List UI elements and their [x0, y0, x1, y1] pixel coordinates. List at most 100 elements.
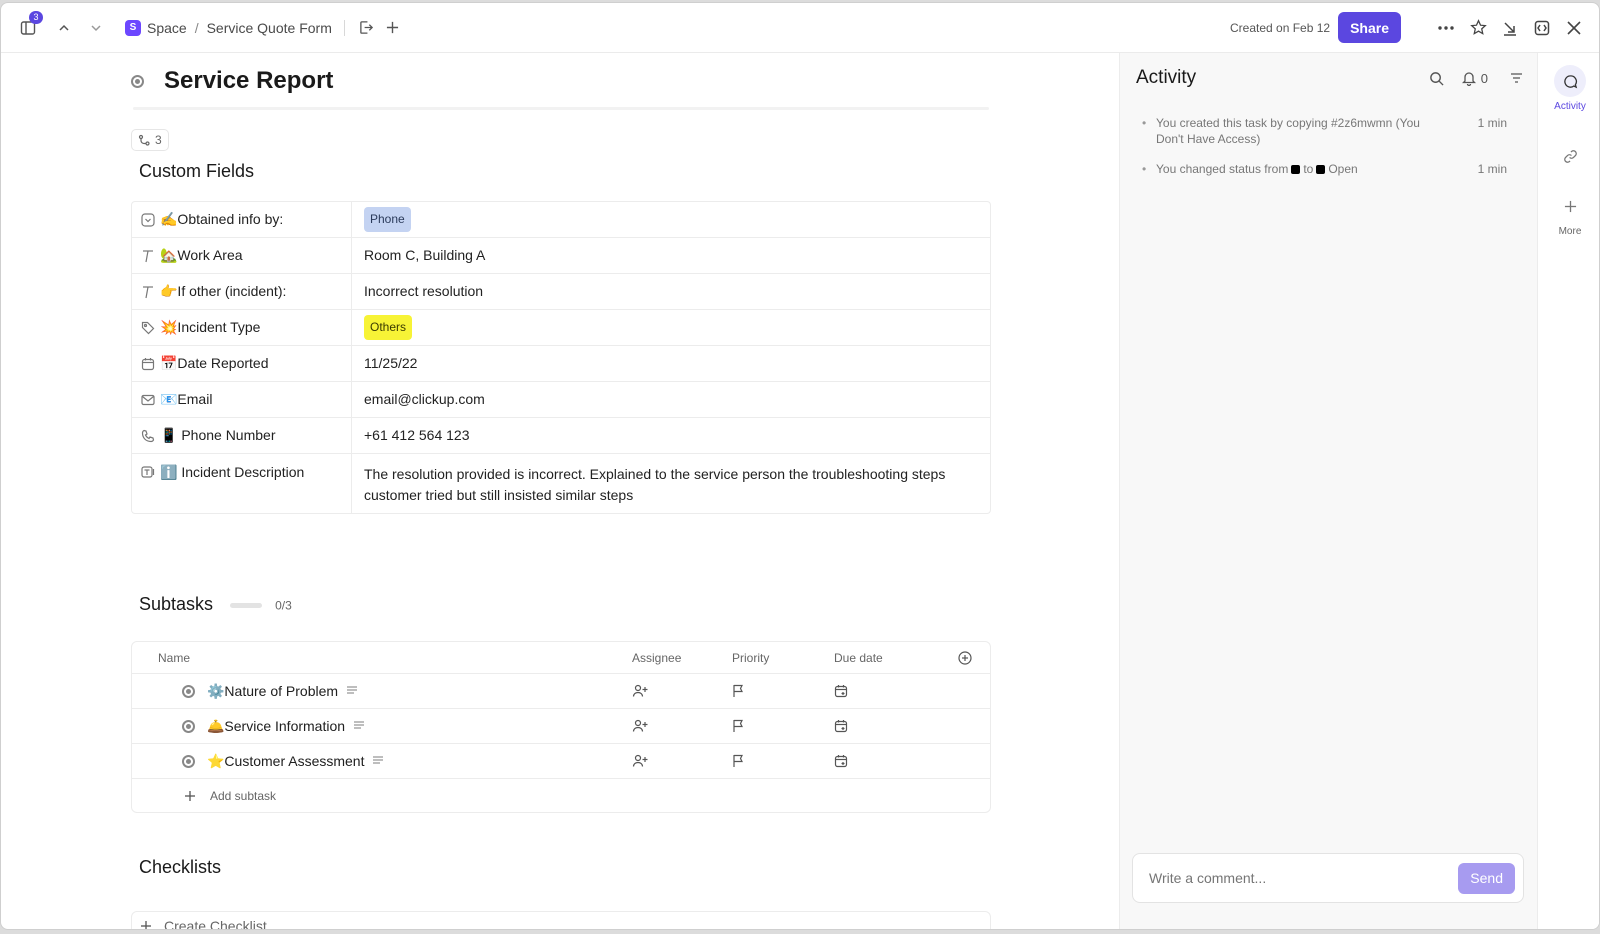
send-button[interactable]: Send: [1458, 862, 1515, 894]
subtask-status-icon[interactable]: [182, 719, 195, 733]
add-assignee-icon[interactable]: [632, 684, 648, 698]
obtained-info-tag[interactable]: Phone: [364, 207, 411, 232]
dropdown-icon: [140, 212, 156, 228]
subtask-status-icon[interactable]: [182, 684, 195, 698]
close-icon[interactable]: [1563, 17, 1585, 39]
comment-input[interactable]: [1149, 870, 1459, 886]
activity-text: You changed status from: [1156, 162, 1289, 176]
subtasks-table-header: Name Assignee Priority Due date: [132, 642, 990, 674]
activity-time: 1 min: [1477, 116, 1507, 130]
plus-icon: [1554, 190, 1586, 222]
expand-icon[interactable]: [1531, 17, 1553, 39]
due-date-icon[interactable]: [834, 684, 848, 698]
task-main-content: Service Report 3 Custom Fields ✍️Obtaine…: [1, 53, 1119, 929]
share-button[interactable]: Share: [1338, 12, 1401, 43]
activity-text: You created this task by copying #2z6mwm…: [1156, 116, 1420, 146]
rail-activity-button[interactable]: Activity: [1538, 65, 1599, 112]
right-rail: Activity More: [1537, 53, 1599, 929]
text-icon: [140, 248, 156, 264]
description-icon: [353, 719, 367, 733]
column-assignee[interactable]: Assignee: [632, 651, 681, 665]
chevron-down-icon[interactable]: [85, 17, 107, 39]
field-value-incident-description[interactable]: The resolution provided is incorrect. Ex…: [352, 454, 990, 513]
subtasks-table: Name Assignee Priority Due date ⚙️Nature…: [131, 641, 991, 813]
rail-link-button[interactable]: [1538, 140, 1599, 176]
field-value-work-area[interactable]: Room C, Building A: [352, 238, 990, 273]
subtask-status-icon[interactable]: [182, 754, 195, 768]
field-label-obtained-info: ✍️Obtained info by:: [160, 211, 284, 227]
subtask-row[interactable]: ⭐Customer Assessment: [132, 744, 990, 779]
activity-status-open: Open: [1328, 162, 1358, 176]
task-status-icon[interactable]: [131, 74, 144, 88]
activity-time: 1 min: [1477, 162, 1507, 176]
field-label-incident-type: 💥Incident Type: [160, 319, 261, 335]
relationships-chip[interactable]: 3: [131, 129, 169, 151]
chevron-up-icon[interactable]: [53, 17, 75, 39]
field-label-work-area: 🏡Work Area: [160, 247, 243, 263]
field-value-email[interactable]: email@clickup.com: [352, 382, 990, 417]
plus-icon: [184, 790, 196, 802]
minimize-icon[interactable]: [1499, 17, 1521, 39]
top-bar: 3 S Space / Service Quote Form Created o…: [1, 3, 1599, 53]
breadcrumb-list[interactable]: Service Quote Form: [207, 20, 332, 36]
subtask-name[interactable]: ⭐Customer Assessment: [207, 753, 364, 770]
status-color-icon: [1291, 165, 1301, 175]
field-value-if-other[interactable]: Incorrect resolution: [352, 274, 990, 309]
breadcrumb-space[interactable]: Space: [147, 20, 187, 36]
priority-flag-icon[interactable]: [732, 719, 744, 733]
column-name[interactable]: Name: [158, 651, 190, 665]
description-icon: [346, 684, 360, 698]
filter-icon[interactable]: [1510, 72, 1523, 84]
due-date-icon[interactable]: [834, 754, 848, 768]
column-priority[interactable]: Priority: [732, 651, 769, 665]
field-value-phone-number[interactable]: +61 412 564 123: [352, 418, 990, 453]
subtask-row[interactable]: ⚙️Nature of Problem: [132, 674, 990, 709]
field-label-if-other: 👉If other (incident):: [160, 283, 287, 299]
add-subtask-label: Add subtask: [210, 788, 277, 803]
move-task-icon[interactable]: [357, 18, 377, 38]
custom-field-row: 📱 Phone Number +61 412 564 123: [132, 418, 990, 454]
notification-count-badge: 3: [29, 10, 43, 24]
tag-icon: [140, 320, 156, 336]
status-color-icon: [1316, 165, 1326, 175]
create-checklist-button[interactable]: Create Checklist: [131, 911, 991, 929]
calendar-icon: [140, 356, 156, 372]
custom-fields-table: ✍️Obtained info by: Phone 🏡Work Area Roo…: [131, 201, 991, 514]
add-assignee-icon[interactable]: [632, 719, 648, 733]
due-date-icon[interactable]: [834, 719, 848, 733]
custom-field-row: 📧Email email@clickup.com: [132, 382, 990, 418]
add-assignee-icon[interactable]: [632, 754, 648, 768]
add-subtask-button[interactable]: Add subtask: [132, 779, 990, 812]
activity-item: • You created this task by copying #2z6m…: [1142, 116, 1507, 146]
priority-flag-icon[interactable]: [732, 754, 744, 768]
task-window: 3 S Space / Service Quote Form Created o…: [0, 2, 1600, 930]
field-value-date-reported[interactable]: 11/25/22: [352, 346, 990, 381]
sidebar-toggle-icon[interactable]: 3: [17, 10, 43, 39]
custom-field-row: 👉If other (incident): Incorrect resoluti…: [132, 274, 990, 310]
space-icon: S: [125, 19, 141, 36]
subtask-name[interactable]: ⚙️Nature of Problem: [207, 683, 338, 700]
more-options-icon[interactable]: [1435, 17, 1457, 39]
custom-fields-heading: Custom Fields: [139, 161, 255, 181]
field-label-incident-description: ℹ️ Incident Description: [160, 464, 305, 480]
bell-icon[interactable]: 0: [1461, 71, 1488, 86]
star-icon[interactable]: [1467, 17, 1489, 39]
column-due-date[interactable]: Due date: [834, 651, 883, 665]
long-text-icon: [140, 464, 156, 480]
subtasks-progress-text: 0/3: [275, 598, 292, 613]
plus-icon[interactable]: [383, 18, 403, 38]
incident-type-tag[interactable]: Others: [364, 315, 413, 340]
text-icon: [140, 284, 156, 300]
task-title[interactable]: Service Report: [164, 67, 333, 95]
field-label-phone-number: 📱 Phone Number: [160, 427, 276, 443]
add-column-icon[interactable]: [958, 650, 972, 665]
priority-flag-icon[interactable]: [732, 684, 744, 698]
comment-icon: [1554, 65, 1586, 97]
comment-box: Send: [1132, 853, 1524, 903]
subtask-name[interactable]: 🛎️Service Information: [207, 718, 345, 735]
rail-more-button[interactable]: More: [1538, 190, 1599, 237]
activity-item: • You changed status from to Open 1 min: [1142, 162, 1507, 176]
search-icon[interactable]: [1429, 71, 1444, 86]
subtask-row[interactable]: 🛎️Service Information: [132, 709, 990, 744]
activity-title: Activity: [1136, 67, 1197, 88]
